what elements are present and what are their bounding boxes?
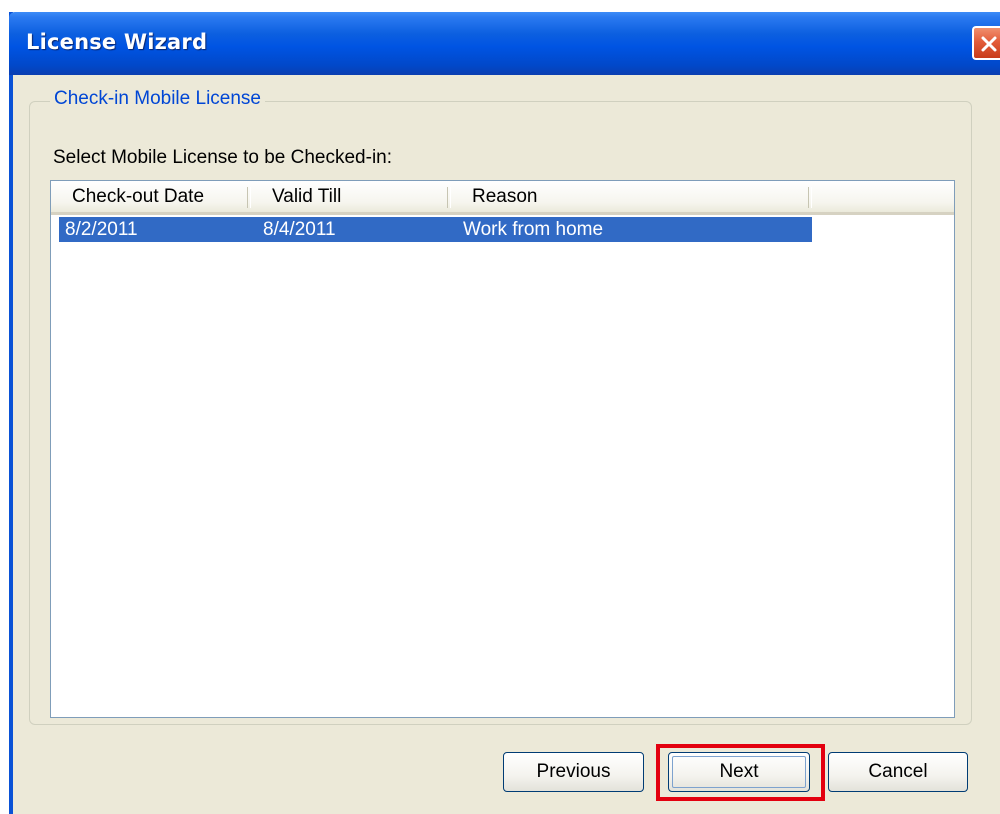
list-header: Check-out Date Valid Till Reason xyxy=(51,181,954,215)
title-bar[interactable]: License Wizard xyxy=(9,12,1000,75)
column-header-filler xyxy=(812,181,954,212)
column-header-checkout-date[interactable]: Check-out Date xyxy=(51,181,251,212)
previous-button[interactable]: Previous xyxy=(503,752,644,792)
column-header-valid-till[interactable]: Valid Till xyxy=(251,181,451,212)
close-icon xyxy=(981,36,997,52)
select-license-label: Select Mobile License to be Checked-in: xyxy=(53,147,393,168)
window-title: License Wizard xyxy=(26,30,208,54)
next-button[interactable]: Next xyxy=(668,752,810,792)
cell-reason: Work from home xyxy=(463,219,604,240)
next-button-label: Next xyxy=(719,761,759,782)
license-row-selected[interactable]: 8/2/2011 8/4/2011 Work from home xyxy=(59,217,812,242)
cell-checkout-date: 8/2/2011 xyxy=(65,219,138,240)
cancel-button[interactable]: Cancel xyxy=(828,752,968,792)
column-header-reason[interactable]: Reason xyxy=(451,181,812,212)
license-list-view[interactable]: Check-out Date Valid Till Reason 8/2/201… xyxy=(50,180,955,718)
close-button[interactable] xyxy=(972,26,1000,60)
group-legend: Check-in Mobile License xyxy=(50,88,265,110)
cell-valid-till: 8/4/2011 xyxy=(263,219,336,240)
